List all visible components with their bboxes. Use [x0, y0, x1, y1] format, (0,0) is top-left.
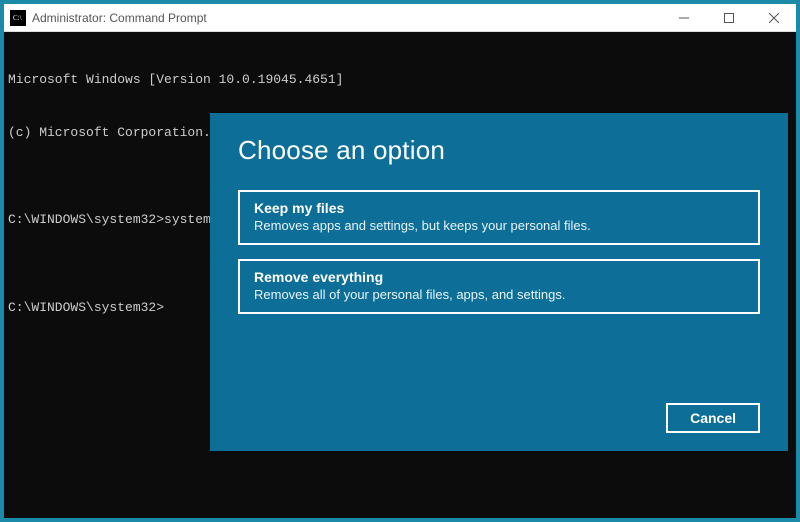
cmd-icon: C:\ — [10, 10, 26, 26]
option-remove-everything[interactable]: Remove everything Removes all of your pe… — [238, 259, 760, 314]
reset-dialog: Choose an option Keep my files Removes a… — [210, 113, 788, 451]
minimize-button[interactable] — [661, 4, 706, 31]
option-desc: Removes all of your personal files, apps… — [254, 287, 744, 302]
svg-text:C:\: C:\ — [13, 14, 22, 22]
option-title: Keep my files — [254, 200, 744, 216]
option-title: Remove everything — [254, 269, 744, 285]
option-keep-files[interactable]: Keep my files Removes apps and settings,… — [238, 190, 760, 245]
dialog-buttons: Cancel — [238, 403, 760, 433]
maximize-button[interactable] — [706, 4, 751, 31]
window-title: Administrator: Command Prompt — [32, 11, 661, 25]
option-desc: Removes apps and settings, but keeps you… — [254, 218, 744, 233]
titlebar[interactable]: C:\ Administrator: Command Prompt — [4, 4, 796, 32]
spacer — [238, 328, 760, 403]
cancel-button[interactable]: Cancel — [666, 403, 760, 433]
close-button[interactable] — [751, 4, 796, 31]
terminal-line: Microsoft Windows [Version 10.0.19045.46… — [8, 71, 792, 89]
dialog-title: Choose an option — [238, 135, 760, 166]
window-controls — [661, 4, 796, 31]
